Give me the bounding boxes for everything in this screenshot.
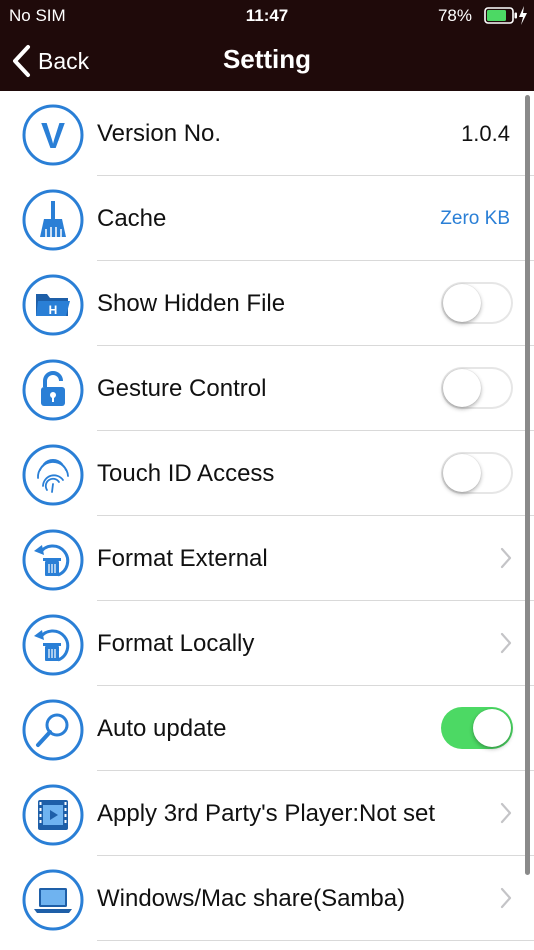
charging-bolt-icon: [519, 6, 527, 25]
toggle-knob: [473, 709, 511, 747]
row-label: Cache: [97, 205, 167, 232]
chevron-right-icon: [500, 802, 512, 824]
settings-row-version: V Version No. 1.0.4: [0, 91, 534, 176]
header-bar: No SIM 11:47 78% Back Setting: [0, 0, 534, 91]
magnifier-icon: [22, 699, 84, 761]
broom-icon: [22, 189, 84, 251]
chevron-right-icon: [500, 887, 512, 909]
version-value: 1.0.4: [461, 121, 510, 146]
fingerprint-icon: [22, 444, 84, 506]
laptop-icon: [22, 869, 84, 931]
gesture-control-toggle[interactable]: [441, 367, 513, 409]
settings-row-auto-update: Auto update: [0, 686, 534, 771]
settings-row-format-external[interactable]: Format External: [0, 516, 534, 601]
settings-row-cache[interactable]: Cache Zero KB: [0, 176, 534, 261]
settings-row-samba-share[interactable]: Windows/Mac share(Samba): [0, 856, 534, 941]
row-label: Gesture Control: [97, 375, 267, 402]
auto-update-toggle[interactable]: [441, 707, 513, 749]
row-label: Apply 3rd Party's Player:Not set: [97, 800, 436, 827]
battery-icon: [484, 7, 517, 24]
chevron-right-icon: [500, 632, 512, 654]
show-hidden-file-toggle[interactable]: [441, 282, 513, 324]
settings-row-gesture-control: Gesture Control: [0, 346, 534, 431]
version-icon: V: [22, 104, 84, 166]
row-label: Windows/Mac share(Samba): [97, 885, 406, 912]
navigation-bar: Back Setting: [0, 32, 534, 91]
format-trash-icon: [22, 614, 84, 676]
cache-size-value: Zero KB: [440, 208, 510, 229]
settings-row-format-locally[interactable]: Format Locally: [0, 601, 534, 686]
battery-percentage: 78%: [437, 6, 472, 25]
film-player-icon: [22, 784, 84, 846]
settings-row-touch-id: Touch ID Access: [0, 431, 534, 516]
row-label: Show Hidden File: [97, 290, 286, 317]
touch-id-toggle[interactable]: [441, 452, 513, 494]
row-label: Touch ID Access: [97, 460, 275, 487]
divider: [97, 940, 534, 941]
row-label: Format External: [97, 545, 268, 572]
row-label: Format Locally: [97, 630, 255, 657]
chevron-right-icon: [500, 547, 512, 569]
svg-text:V: V: [41, 115, 65, 156]
settings-row-third-party-player[interactable]: Apply 3rd Party's Player:Not set: [0, 771, 534, 856]
settings-row-show-hidden-file: H Show Hidden File: [0, 261, 534, 346]
row-label: Version No.: [97, 120, 222, 147]
svg-text:H: H: [49, 303, 58, 317]
toggle-knob: [443, 454, 481, 492]
scrollbar[interactable]: [525, 95, 530, 875]
toggle-knob: [443, 284, 481, 322]
row-label: Auto update: [97, 715, 227, 742]
page-title: Setting: [222, 44, 312, 74]
format-trash-icon: [22, 529, 84, 591]
lock-icon: [22, 359, 84, 421]
toggle-knob: [443, 369, 481, 407]
hidden-folder-icon: H: [22, 274, 84, 336]
status-bar: No SIM 11:47 78%: [0, 0, 534, 32]
